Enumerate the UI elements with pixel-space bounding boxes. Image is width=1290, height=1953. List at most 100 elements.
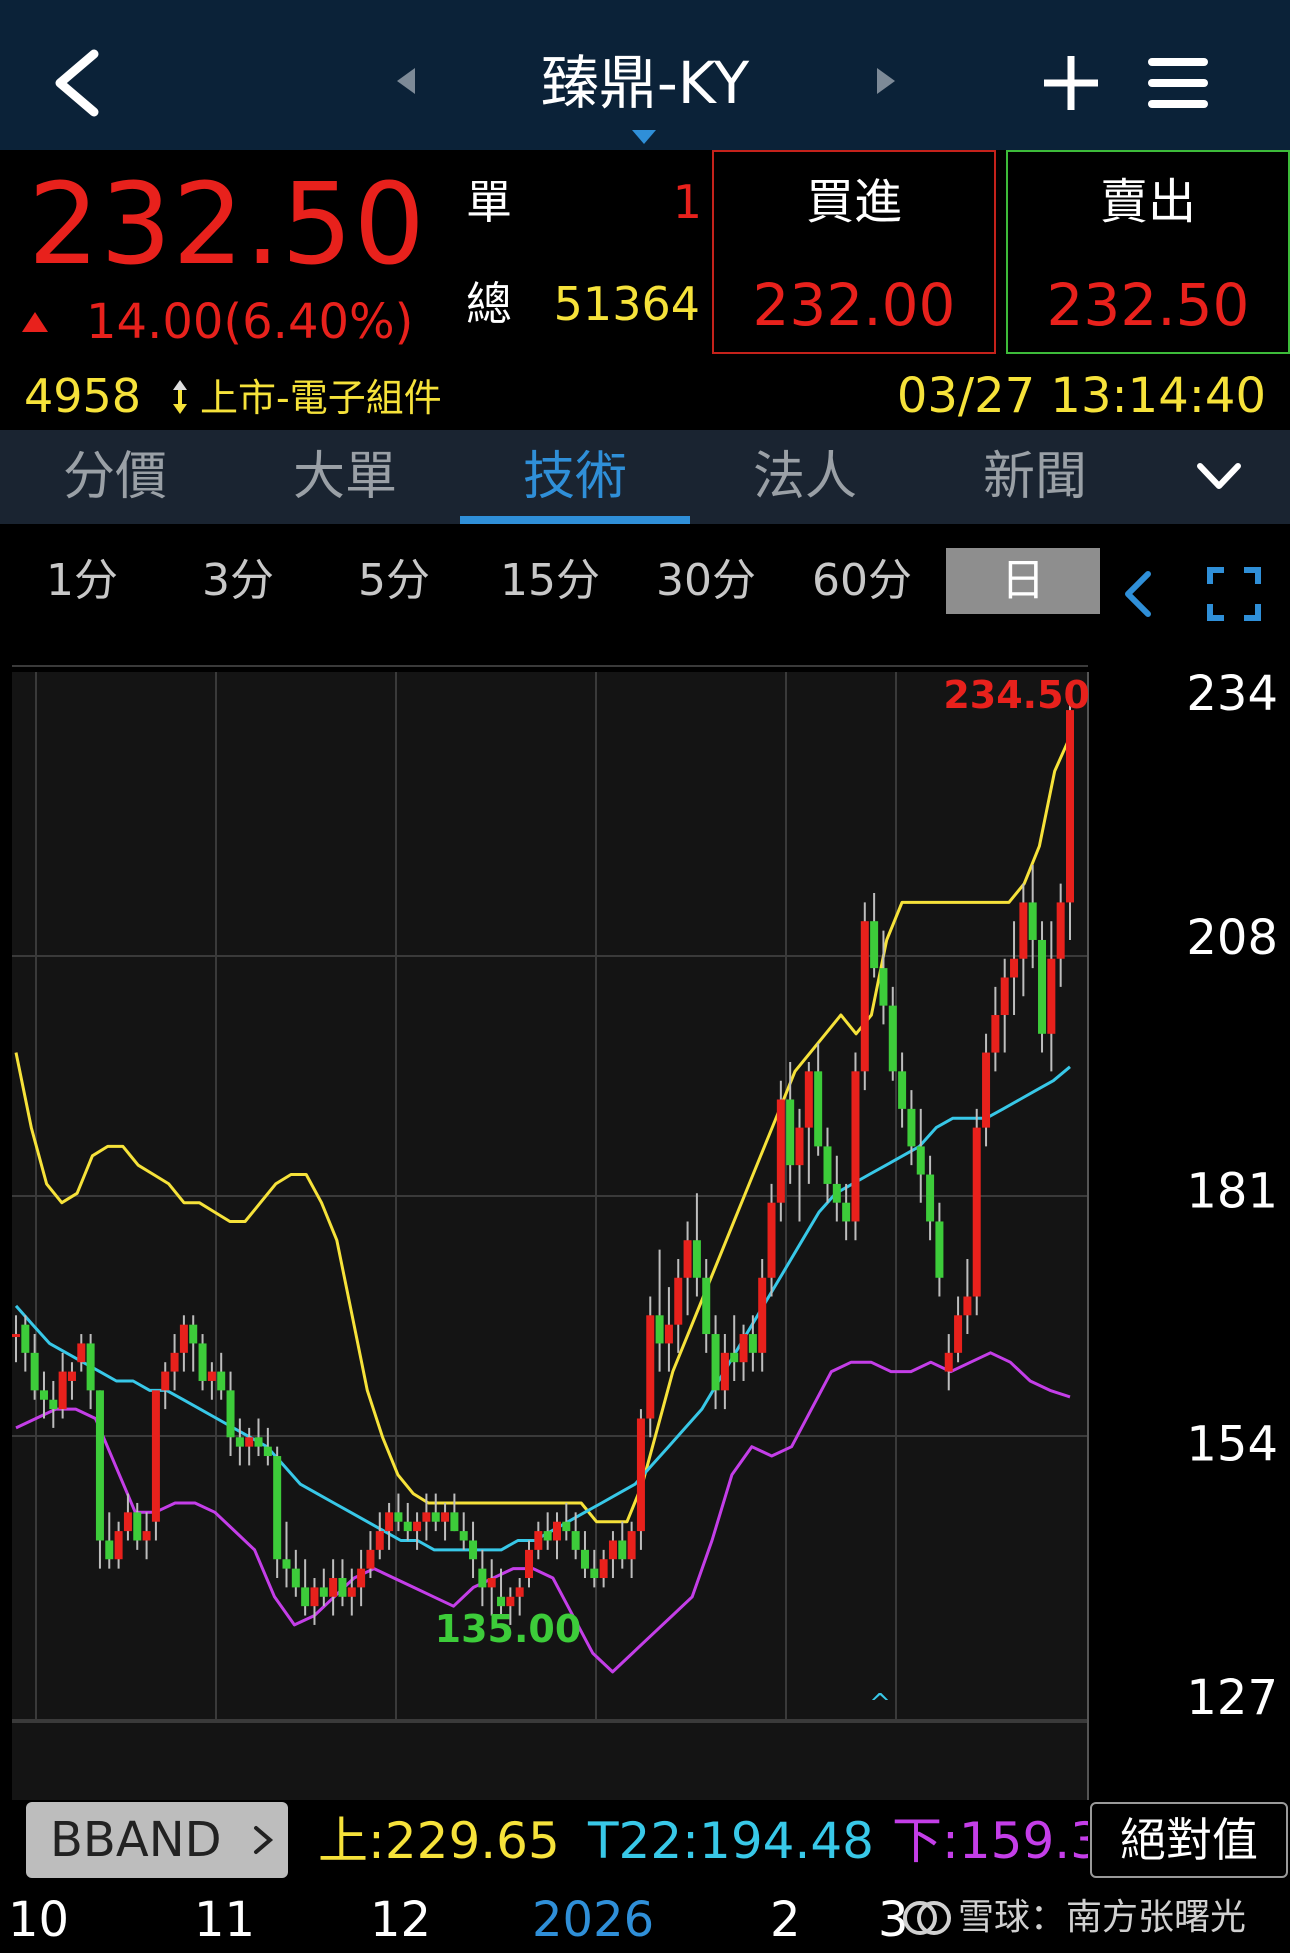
sell-label: 賣出 bbox=[1099, 174, 1196, 230]
candle-body bbox=[347, 1587, 356, 1597]
candle-body bbox=[431, 1512, 440, 1522]
candle-body bbox=[711, 1334, 720, 1391]
prev-stock-icon[interactable] bbox=[395, 66, 417, 96]
candle-body bbox=[385, 1512, 394, 1532]
candle-body bbox=[1056, 902, 1065, 959]
candle-body bbox=[506, 1596, 515, 1607]
candle-body bbox=[273, 1456, 282, 1560]
upper-band-value: 上:229.65 bbox=[318, 1812, 560, 1870]
market-category: 上市-電子組件 bbox=[200, 376, 442, 420]
stock-code: 4958 bbox=[24, 369, 142, 423]
x-tick-label: 2 bbox=[770, 1892, 801, 1948]
candle-body bbox=[674, 1277, 683, 1325]
candle-body bbox=[49, 1399, 58, 1410]
candle-body bbox=[207, 1371, 216, 1381]
candle-body bbox=[413, 1521, 422, 1532]
candle-body bbox=[77, 1343, 86, 1363]
tab-technical[interactable]: 技術 bbox=[460, 430, 690, 524]
candle-body bbox=[67, 1371, 76, 1381]
price-change: 14.00(6.40%) bbox=[86, 294, 414, 350]
candle-body bbox=[245, 1437, 254, 1447]
tab-price-distribution[interactable]: 分價 bbox=[0, 430, 230, 524]
menu-icon[interactable] bbox=[1146, 54, 1210, 112]
candle-body bbox=[282, 1559, 291, 1569]
candle-body bbox=[1010, 958, 1019, 978]
candle-body bbox=[189, 1324, 198, 1344]
interval-5min[interactable]: 5分 bbox=[332, 548, 456, 614]
sell-button[interactable]: 賣出 232.50 bbox=[1006, 150, 1290, 354]
buy-button[interactable]: 買進 232.00 bbox=[712, 150, 996, 354]
candle-body bbox=[982, 1052, 991, 1128]
candle-body bbox=[515, 1587, 524, 1597]
candle-body bbox=[954, 1315, 963, 1353]
candle-body bbox=[95, 1390, 104, 1541]
interval-30min[interactable]: 30分 bbox=[644, 548, 768, 614]
candle-body bbox=[1066, 710, 1074, 903]
candle-body bbox=[58, 1371, 67, 1410]
absolute-value-button[interactable]: 絕對值 bbox=[1090, 1802, 1288, 1878]
candle-body bbox=[142, 1531, 151, 1541]
min-price-label: 135.00 bbox=[435, 1607, 582, 1651]
indicator-name: BBAND bbox=[50, 1812, 222, 1868]
candle-body bbox=[907, 1108, 916, 1147]
candlestick-chart[interactable]: 234 208 181 154 127 234.50 135.00 ^ bbox=[0, 660, 1290, 1800]
y-tick-label: 154 bbox=[1186, 1417, 1278, 1473]
tab-institutional[interactable]: 法人 bbox=[690, 430, 920, 524]
candle-body bbox=[758, 1277, 767, 1353]
plus-icon[interactable] bbox=[1040, 52, 1102, 114]
x-tick-label: 2026 bbox=[532, 1892, 655, 1948]
candle-body bbox=[842, 1202, 851, 1222]
candle-body bbox=[291, 1568, 300, 1588]
interval-3min[interactable]: 3分 bbox=[176, 548, 300, 614]
candle-body bbox=[161, 1371, 170, 1391]
candle-body bbox=[692, 1240, 701, 1278]
x-tick-label: 10 bbox=[8, 1892, 70, 1948]
y-tick-label: 181 bbox=[1186, 1163, 1278, 1219]
back-icon[interactable] bbox=[48, 48, 108, 118]
candle-body bbox=[702, 1277, 711, 1335]
candle-body bbox=[319, 1587, 328, 1597]
title-dropdown-icon[interactable] bbox=[632, 130, 656, 146]
y-tick-label: 234 bbox=[1186, 666, 1278, 722]
quote-datetime: 03/27 13:14:40 bbox=[896, 368, 1266, 424]
candle-body bbox=[179, 1324, 188, 1353]
buy-label: 買進 bbox=[805, 174, 902, 230]
candle-body bbox=[217, 1371, 226, 1391]
caret-marker-icon: ^ bbox=[869, 1689, 891, 1719]
mid-band-value: T22:194.48 bbox=[588, 1812, 874, 1870]
candle-body bbox=[916, 1146, 925, 1175]
candle-body bbox=[1019, 902, 1028, 959]
stock-title[interactable]: 臻鼎-KY bbox=[440, 40, 850, 126]
interval-60min[interactable]: 60分 bbox=[800, 548, 924, 614]
candle-body bbox=[646, 1315, 655, 1419]
candle-body bbox=[170, 1352, 179, 1372]
candle-body bbox=[525, 1549, 534, 1579]
x-tick-label: 11 bbox=[194, 1892, 256, 1948]
candle-body bbox=[329, 1578, 338, 1597]
tab-news[interactable]: 新聞 bbox=[920, 430, 1150, 524]
interval-day[interactable]: 日 bbox=[946, 548, 1100, 614]
candle-body bbox=[926, 1174, 935, 1222]
chevron-left-icon[interactable] bbox=[1122, 570, 1154, 618]
max-price-label: 234.50 bbox=[943, 673, 1090, 717]
candle-body bbox=[618, 1540, 627, 1560]
interval-1min[interactable]: 1分 bbox=[20, 548, 144, 614]
candle-body bbox=[879, 968, 888, 1006]
interval-15min[interactable]: 15分 bbox=[488, 548, 612, 614]
fullscreen-icon[interactable] bbox=[1206, 566, 1262, 622]
chevron-down-icon[interactable] bbox=[1194, 456, 1244, 496]
candle-body bbox=[972, 1127, 981, 1297]
next-stock-icon[interactable] bbox=[875, 66, 897, 96]
indicator-select-button[interactable]: BBAND bbox=[26, 1802, 288, 1878]
tab-big-orders[interactable]: 大單 bbox=[230, 430, 460, 524]
candle-body bbox=[804, 1071, 813, 1128]
candle-body bbox=[123, 1512, 132, 1532]
candle-body bbox=[1000, 977, 1009, 1016]
candle-body bbox=[730, 1352, 739, 1363]
candle-body bbox=[21, 1324, 30, 1353]
candle-body bbox=[562, 1521, 571, 1532]
candle-body bbox=[888, 1005, 897, 1072]
single-volume-label: 單 bbox=[466, 175, 512, 229]
buy-price: 232.00 bbox=[752, 271, 956, 339]
candle-body bbox=[114, 1531, 123, 1560]
